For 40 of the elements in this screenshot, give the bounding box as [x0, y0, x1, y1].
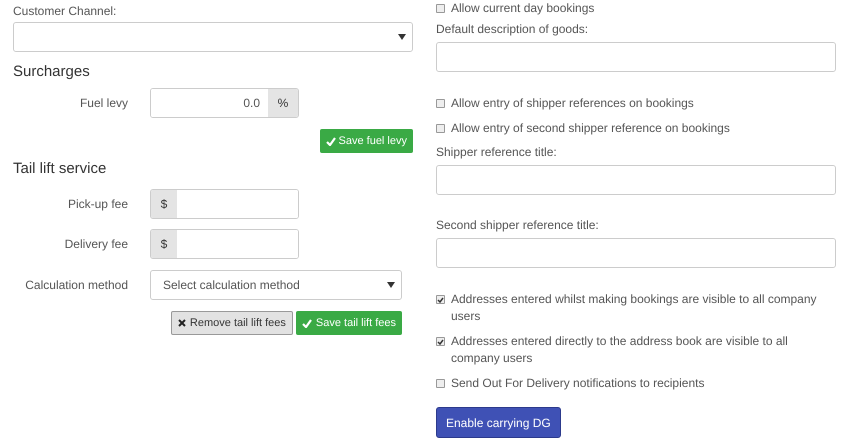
calculation-method-select[interactable]: Select calculation method	[150, 270, 402, 300]
section-heading: Tail lift service	[13, 159, 108, 179]
field-label: Customer Channel:	[13, 3, 118, 19]
dollar-addon: $	[151, 230, 177, 258]
fuel-levy-field[interactable]: 0.0 %	[150, 88, 299, 118]
field-label: Pick-up fee	[66, 196, 128, 213]
check-icon	[326, 136, 336, 146]
field-label: Delivery fee	[64, 236, 128, 253]
field-label: Calculation method	[24, 277, 128, 294]
checkbox[interactable]	[436, 4, 445, 13]
enable-dg-button[interactable]: Enable carrying DG	[436, 407, 561, 438]
fee-field[interactable]: $	[150, 189, 299, 219]
checkbox-label: Allow entry of second shipper reference on bookings	[451, 120, 730, 137]
field-label: Fuel levy	[78, 95, 128, 112]
checkbox[interactable]	[436, 337, 445, 346]
checkbox[interactable]	[436, 99, 445, 108]
text-field[interactable]	[436, 238, 836, 268]
percent-addon: %	[268, 89, 298, 117]
checkbox-label: Addresses entered directly to the address book are visible to all company users	[451, 333, 789, 367]
checkbox-label: Allow entry of shipper references on bookings	[451, 95, 694, 112]
caret-icon	[398, 34, 406, 40]
close-icon	[178, 319, 186, 327]
checkbox[interactable]	[436, 295, 445, 304]
fee-field[interactable]: $	[150, 229, 299, 259]
field-label: Second shipper reference title:	[436, 217, 600, 233]
remove-fees-button[interactable]: Remove tail lift fees	[170, 311, 293, 335]
text-field[interactable]	[436, 165, 836, 195]
section-heading: Surcharges	[13, 62, 91, 82]
dollar-addon: $	[151, 190, 177, 218]
checkbox[interactable]	[436, 379, 445, 388]
caret-icon	[387, 282, 395, 288]
field-label: Default description of goods:	[436, 21, 590, 37]
field-label: Shipper reference title:	[436, 144, 558, 160]
checkbox-label: Allow current day bookings	[451, 0, 594, 17]
text-field[interactable]	[436, 42, 836, 72]
checkbox[interactable]	[436, 124, 445, 133]
customer-channel-select[interactable]	[13, 22, 413, 52]
checkbox-label: Addresses entered whilst making bookings are visible to all company users	[451, 291, 818, 325]
checkbox-label: Send Out For Delivery notifications to recipients	[451, 375, 704, 392]
check-icon	[302, 318, 312, 328]
